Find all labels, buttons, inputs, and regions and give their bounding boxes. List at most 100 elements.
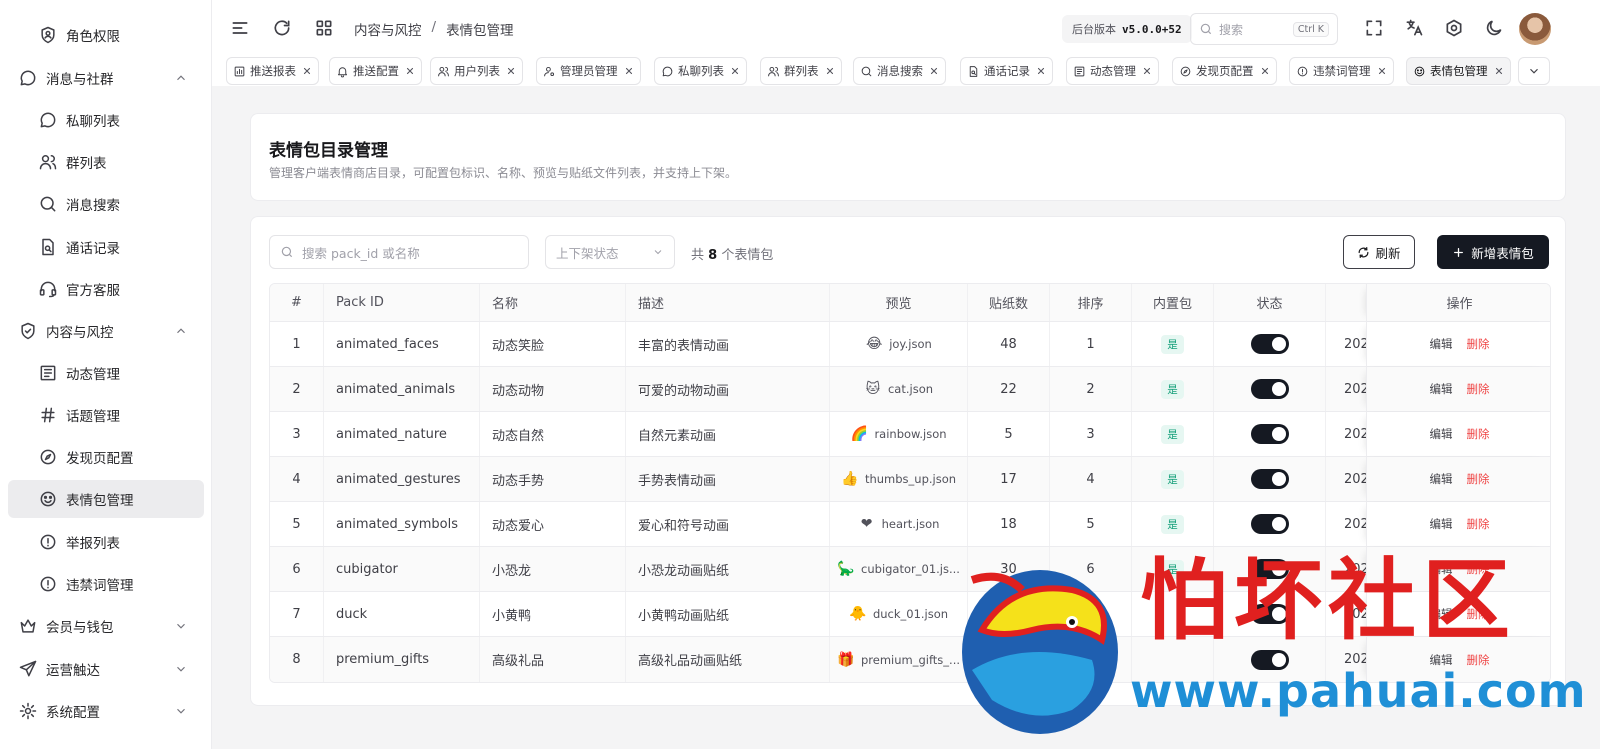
global-search-input[interactable]: 搜索 Ctrl K bbox=[1190, 13, 1338, 45]
tab[interactable]: 动态管理 bbox=[1066, 57, 1159, 85]
sidebar-item[interactable]: 表情包管理 bbox=[8, 480, 204, 518]
add-pack-button[interactable]: 新增表情包 bbox=[1437, 235, 1549, 269]
chevron-down-icon bbox=[654, 250, 662, 255]
edit-button[interactable]: 编辑 bbox=[1430, 471, 1453, 487]
preview-file: duck_01.json bbox=[872, 607, 949, 621]
sidebar-item[interactable]: 群列表 bbox=[8, 143, 204, 181]
close-icon[interactable] bbox=[1036, 66, 1046, 76]
users-icon bbox=[437, 65, 450, 78]
status-toggle[interactable] bbox=[1250, 334, 1289, 354]
preview-sticker-icon: 👍 bbox=[841, 471, 859, 487]
sidebar-item[interactable]: 系统配置 bbox=[8, 692, 204, 730]
close-icon[interactable] bbox=[506, 66, 516, 76]
close-icon[interactable] bbox=[1260, 66, 1270, 76]
tab[interactable]: 发现页配置 bbox=[1172, 57, 1277, 85]
headset-icon bbox=[38, 279, 58, 299]
breadcrumb-parent[interactable]: 内容与风控 bbox=[354, 19, 422, 39]
tab[interactable]: 私聊列表 bbox=[654, 57, 747, 85]
edit-button[interactable]: 编辑 bbox=[1430, 426, 1453, 442]
sidebar-item-label: 会员与钱包 bbox=[46, 620, 114, 636]
sidebar-item[interactable]: 发现页配置 bbox=[8, 438, 204, 476]
refresh-icon[interactable] bbox=[272, 18, 292, 38]
sidebar-item-label: 官方客服 bbox=[66, 283, 120, 299]
status-select[interactable]: 上下架状态 bbox=[545, 235, 675, 269]
moon-icon[interactable] bbox=[1484, 18, 1504, 38]
status-toggle[interactable] bbox=[1250, 514, 1289, 534]
grid-icon[interactable] bbox=[314, 18, 334, 38]
tab-label: 管理员管理 bbox=[560, 64, 618, 78]
sidebar-item[interactable]: 内容与风控 bbox=[8, 312, 204, 350]
tab[interactable]: 通话记录 bbox=[960, 57, 1053, 85]
chevron-down-icon bbox=[174, 619, 188, 633]
delete-button[interactable]: 删除 bbox=[1467, 381, 1490, 397]
delete-button[interactable]: 删除 bbox=[1467, 516, 1490, 532]
preview-sticker-icon: ❤ bbox=[860, 516, 873, 532]
tab[interactable]: 消息搜索 bbox=[853, 57, 946, 85]
delete-button[interactable]: 删除 bbox=[1467, 426, 1490, 442]
fullscreen-icon[interactable] bbox=[1364, 18, 1384, 38]
close-icon[interactable] bbox=[624, 66, 634, 76]
close-icon[interactable] bbox=[405, 66, 415, 76]
sidebar-item[interactable]: 通话记录 bbox=[8, 228, 204, 266]
menu-toggle-icon[interactable] bbox=[230, 18, 250, 38]
compass-icon bbox=[1179, 65, 1192, 78]
pack-search-input[interactable]: 搜索 pack_id 或名称 bbox=[269, 235, 529, 269]
edit-button[interactable]: 编辑 bbox=[1430, 381, 1453, 397]
edit-button[interactable]: 编辑 bbox=[1430, 516, 1453, 532]
row-index: 1 bbox=[270, 322, 324, 366]
sidebar-item[interactable]: 违禁词管理 bbox=[8, 565, 204, 603]
close-icon[interactable] bbox=[1377, 66, 1387, 76]
sidebar-item[interactable]: 动态管理 bbox=[8, 354, 204, 392]
version-label: 后台版本 bbox=[1072, 23, 1116, 36]
sticker-count: 17 bbox=[968, 457, 1050, 501]
close-icon[interactable] bbox=[1142, 66, 1152, 76]
status-toggle[interactable] bbox=[1250, 469, 1289, 489]
message-circle-icon bbox=[661, 65, 674, 78]
page-subtitle: 管理客户端表情商店目录，可配置包标识、名称、预览与贴纸文件列表，并支持上下架。 bbox=[269, 166, 738, 180]
status-toggle[interactable] bbox=[1250, 424, 1289, 444]
close-icon[interactable] bbox=[825, 66, 835, 76]
sort-order: 1 bbox=[1050, 322, 1132, 366]
crown-icon bbox=[18, 616, 38, 636]
sidebar-item[interactable]: 运营触达 bbox=[8, 650, 204, 688]
close-icon[interactable] bbox=[929, 66, 939, 76]
created-date: 202 bbox=[1344, 336, 1366, 352]
col-header-index: # bbox=[270, 284, 324, 321]
close-icon[interactable] bbox=[730, 66, 740, 76]
delete-button[interactable]: 删除 bbox=[1467, 471, 1490, 487]
sidebar-item[interactable]: 角色权限 bbox=[8, 16, 204, 54]
sidebar-item[interactable]: 话题管理 bbox=[8, 396, 204, 434]
tab[interactable]: 群列表 bbox=[760, 57, 842, 85]
translate-icon[interactable] bbox=[1404, 18, 1424, 38]
watermark-url: www.pahuai.com bbox=[1130, 664, 1587, 718]
refresh-button[interactable]: 刷新 bbox=[1343, 235, 1415, 269]
tab[interactable]: 表情包管理 bbox=[1406, 57, 1511, 85]
pack-name: 小恐龙 bbox=[480, 547, 626, 591]
status-select-placeholder: 上下架状态 bbox=[556, 245, 619, 261]
sidebar-item[interactable]: 官方客服 bbox=[8, 270, 204, 308]
search-icon bbox=[860, 65, 873, 78]
edit-button[interactable]: 编辑 bbox=[1430, 336, 1453, 352]
settings-icon[interactable] bbox=[1444, 18, 1464, 38]
tab[interactable]: 违禁词管理 bbox=[1289, 57, 1394, 85]
tab[interactable]: 管理员管理 bbox=[536, 57, 641, 85]
row-index: 8 bbox=[270, 637, 324, 682]
sidebar-item[interactable]: 消息搜索 bbox=[8, 185, 204, 223]
status-toggle[interactable] bbox=[1250, 379, 1289, 399]
tab[interactable]: 用户列表 bbox=[430, 57, 523, 85]
sort-order: 5 bbox=[1050, 502, 1132, 546]
sidebar-item[interactable]: 举报列表 bbox=[8, 523, 204, 561]
row-actions: 编辑 删除 bbox=[1366, 502, 1550, 546]
user-avatar[interactable] bbox=[1519, 13, 1551, 45]
close-icon[interactable] bbox=[302, 66, 312, 76]
close-icon[interactable] bbox=[1494, 66, 1504, 76]
sidebar-item[interactable]: 消息与社群 bbox=[8, 59, 204, 97]
sidebar-item[interactable]: 私聊列表 bbox=[8, 101, 204, 139]
tab[interactable]: 推送配置 bbox=[329, 57, 422, 85]
refresh-label: 刷新 bbox=[1375, 245, 1401, 261]
tabs-more-button[interactable] bbox=[1518, 57, 1550, 85]
sidebar-item[interactable]: 会员与钱包 bbox=[8, 607, 204, 645]
tab[interactable]: 推送报表 bbox=[226, 57, 319, 85]
sidebar-item-label: 发现页配置 bbox=[66, 451, 134, 467]
delete-button[interactable]: 删除 bbox=[1467, 336, 1490, 352]
